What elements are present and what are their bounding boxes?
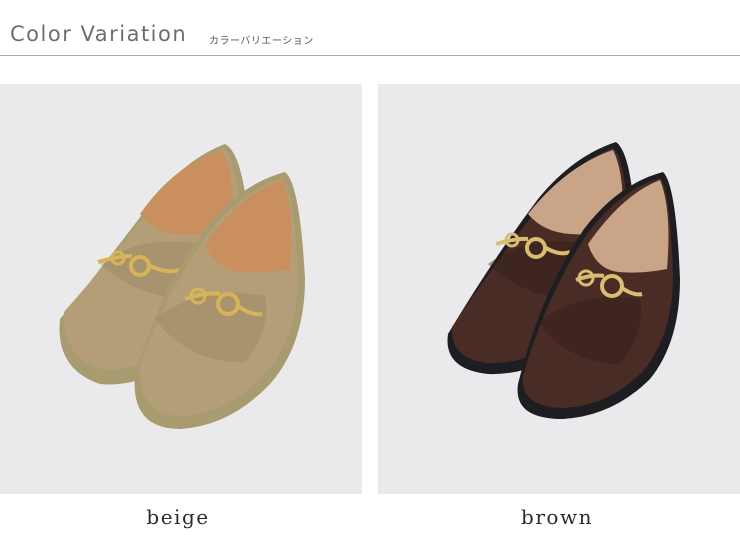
beige-loafer-photo (0, 84, 362, 494)
header-divider (0, 55, 740, 56)
section-title: Color Variation (10, 22, 188, 46)
page-header: Color Variation カラーバリエーション (0, 0, 740, 56)
beige-label: beige (146, 505, 210, 529)
brown-label: brown (521, 505, 593, 529)
brown-loafer-photo (378, 84, 740, 494)
brown-loafer-illustration (447, 142, 680, 419)
beige-loafer-illustration (59, 144, 305, 429)
section-subtitle: カラーバリエーション (209, 36, 314, 47)
